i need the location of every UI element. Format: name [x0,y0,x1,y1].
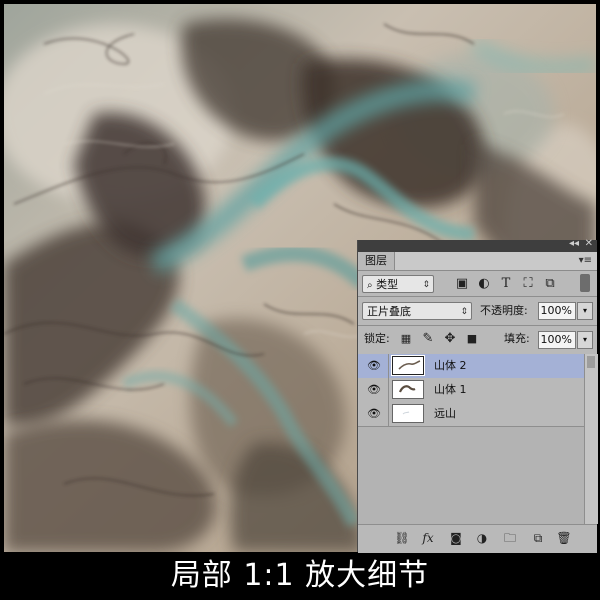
updown-arrows-icon: ⇕ [460,307,468,317]
blend-mode-select[interactable]: 正片叠底 ⇕ [362,302,472,320]
mountain-thumbnail-icon [398,360,421,370]
adjustment-filter-icon[interactable]: ◐ [476,276,492,292]
divider [388,402,389,426]
close-panel-icon[interactable]: ✕ [585,238,593,249]
filter-toggle-switch[interactable] [580,274,590,292]
layers-scrollbar[interactable] [584,354,598,524]
caption-text: 局部 1:1 放大细节 [0,552,600,600]
search-icon: ⌕ [367,280,373,291]
lock-all-icon[interactable]: ■ [464,331,480,347]
opacity-input[interactable]: 100% [538,302,576,320]
link-layers-icon[interactable]: ⛓ [394,530,410,546]
opacity-dropdown-button[interactable]: ▾ [577,302,593,320]
eye-visibility-icon[interactable]: 👁 [367,383,381,397]
eye-visibility-icon[interactable]: 👁 [367,359,381,373]
lock-row: 锁定: ▦ ✎ ✥ ■ 填充: 100% ▾ [358,330,597,352]
blend-mode-value: 正片叠底 [367,305,411,318]
fill-dropdown-button[interactable]: ▾ [577,331,593,349]
layers-list: 👁 山体 2 👁 山体 1 👁 远山 [358,354,584,524]
layer-row-shanti-2[interactable]: 👁 山体 2 [358,354,584,379]
divider [388,354,389,378]
eye-visibility-icon[interactable]: 👁 [367,407,381,421]
blend-row: 正片叠底 ⇕ 不透明度: 100% ▾ [358,301,597,323]
layers-panel: ◂◂ ✕ 图层 ▾≡ ⌕ 类型 ⇕ ▣ ◐ T ⛶ ⧉ 正片叠底 ⇕ 不透明度:… [357,238,598,553]
layer-row-yuanshan[interactable]: 👁 远山 [358,402,584,427]
collapse-panel-icon[interactable]: ◂◂ [569,238,579,249]
panel-tab-row: 图层 ▾≡ [358,252,597,271]
layer-name: 远山 [434,407,456,420]
adjustment-layer-icon[interactable]: ◑ [474,530,490,546]
lock-label: 锁定: [364,332,390,345]
lock-transparency-icon[interactable]: ▦ [398,331,414,347]
delete-layer-icon[interactable]: 🗑 [556,530,572,546]
divider [358,296,597,297]
image-filter-icon[interactable]: ▣ [454,276,470,292]
mountain-thumbnail-icon [398,385,416,393]
panel-title-bar: ◂◂ ✕ [358,238,597,252]
tab-layers[interactable]: 图层 [358,252,395,270]
fx-icon[interactable]: fx [420,530,436,546]
panel-menu-icon[interactable]: ▾≡ [579,255,592,266]
fill-input[interactable]: 100% [538,331,576,349]
layer-thumbnail [392,404,424,423]
new-layer-icon[interactable]: ⧉ [530,530,546,546]
updown-arrows-icon: ⇕ [422,280,430,290]
divider [358,325,597,326]
lock-image-brush-icon[interactable]: ✎ [420,331,436,347]
screenshot-frame: 局部 1:1 放大细节 ◂◂ ✕ 图层 ▾≡ ⌕ 类型 ⇕ ▣ ◐ T ⛶ ⧉ [0,0,600,600]
layer-name: 山体 2 [434,359,467,372]
panel-footer-toolbar: ⛓ fx ◙ ◑ 🗀 ⧉ 🗑 [358,524,597,553]
layer-name: 山体 1 [434,383,467,396]
add-mask-icon[interactable]: ◙ [448,530,464,546]
divider [388,378,389,402]
lock-position-move-icon[interactable]: ✥ [442,331,458,347]
smart-object-filter-icon[interactable]: ⧉ [542,276,558,292]
scrollbar-thumb[interactable] [587,356,595,368]
filter-row: ⌕ 类型 ⇕ ▣ ◐ T ⛶ ⧉ [358,273,597,295]
shape-filter-icon[interactable]: ⛶ [520,276,536,292]
type-filter-icon[interactable]: T [498,276,514,292]
fill-label: 填充: [504,332,530,345]
layer-thumbnail [391,355,425,376]
opacity-label: 不透明度: [480,304,528,317]
layer-thumbnail [392,380,424,399]
new-group-icon[interactable]: 🗀 [502,530,518,546]
filter-kind-label: 类型 [376,278,399,291]
layer-row-shanti-1[interactable]: 👁 山体 1 [358,378,584,403]
filter-kind-select[interactable]: ⌕ 类型 ⇕ [362,275,434,293]
distant-mountain-thumbnail-icon [402,411,410,415]
